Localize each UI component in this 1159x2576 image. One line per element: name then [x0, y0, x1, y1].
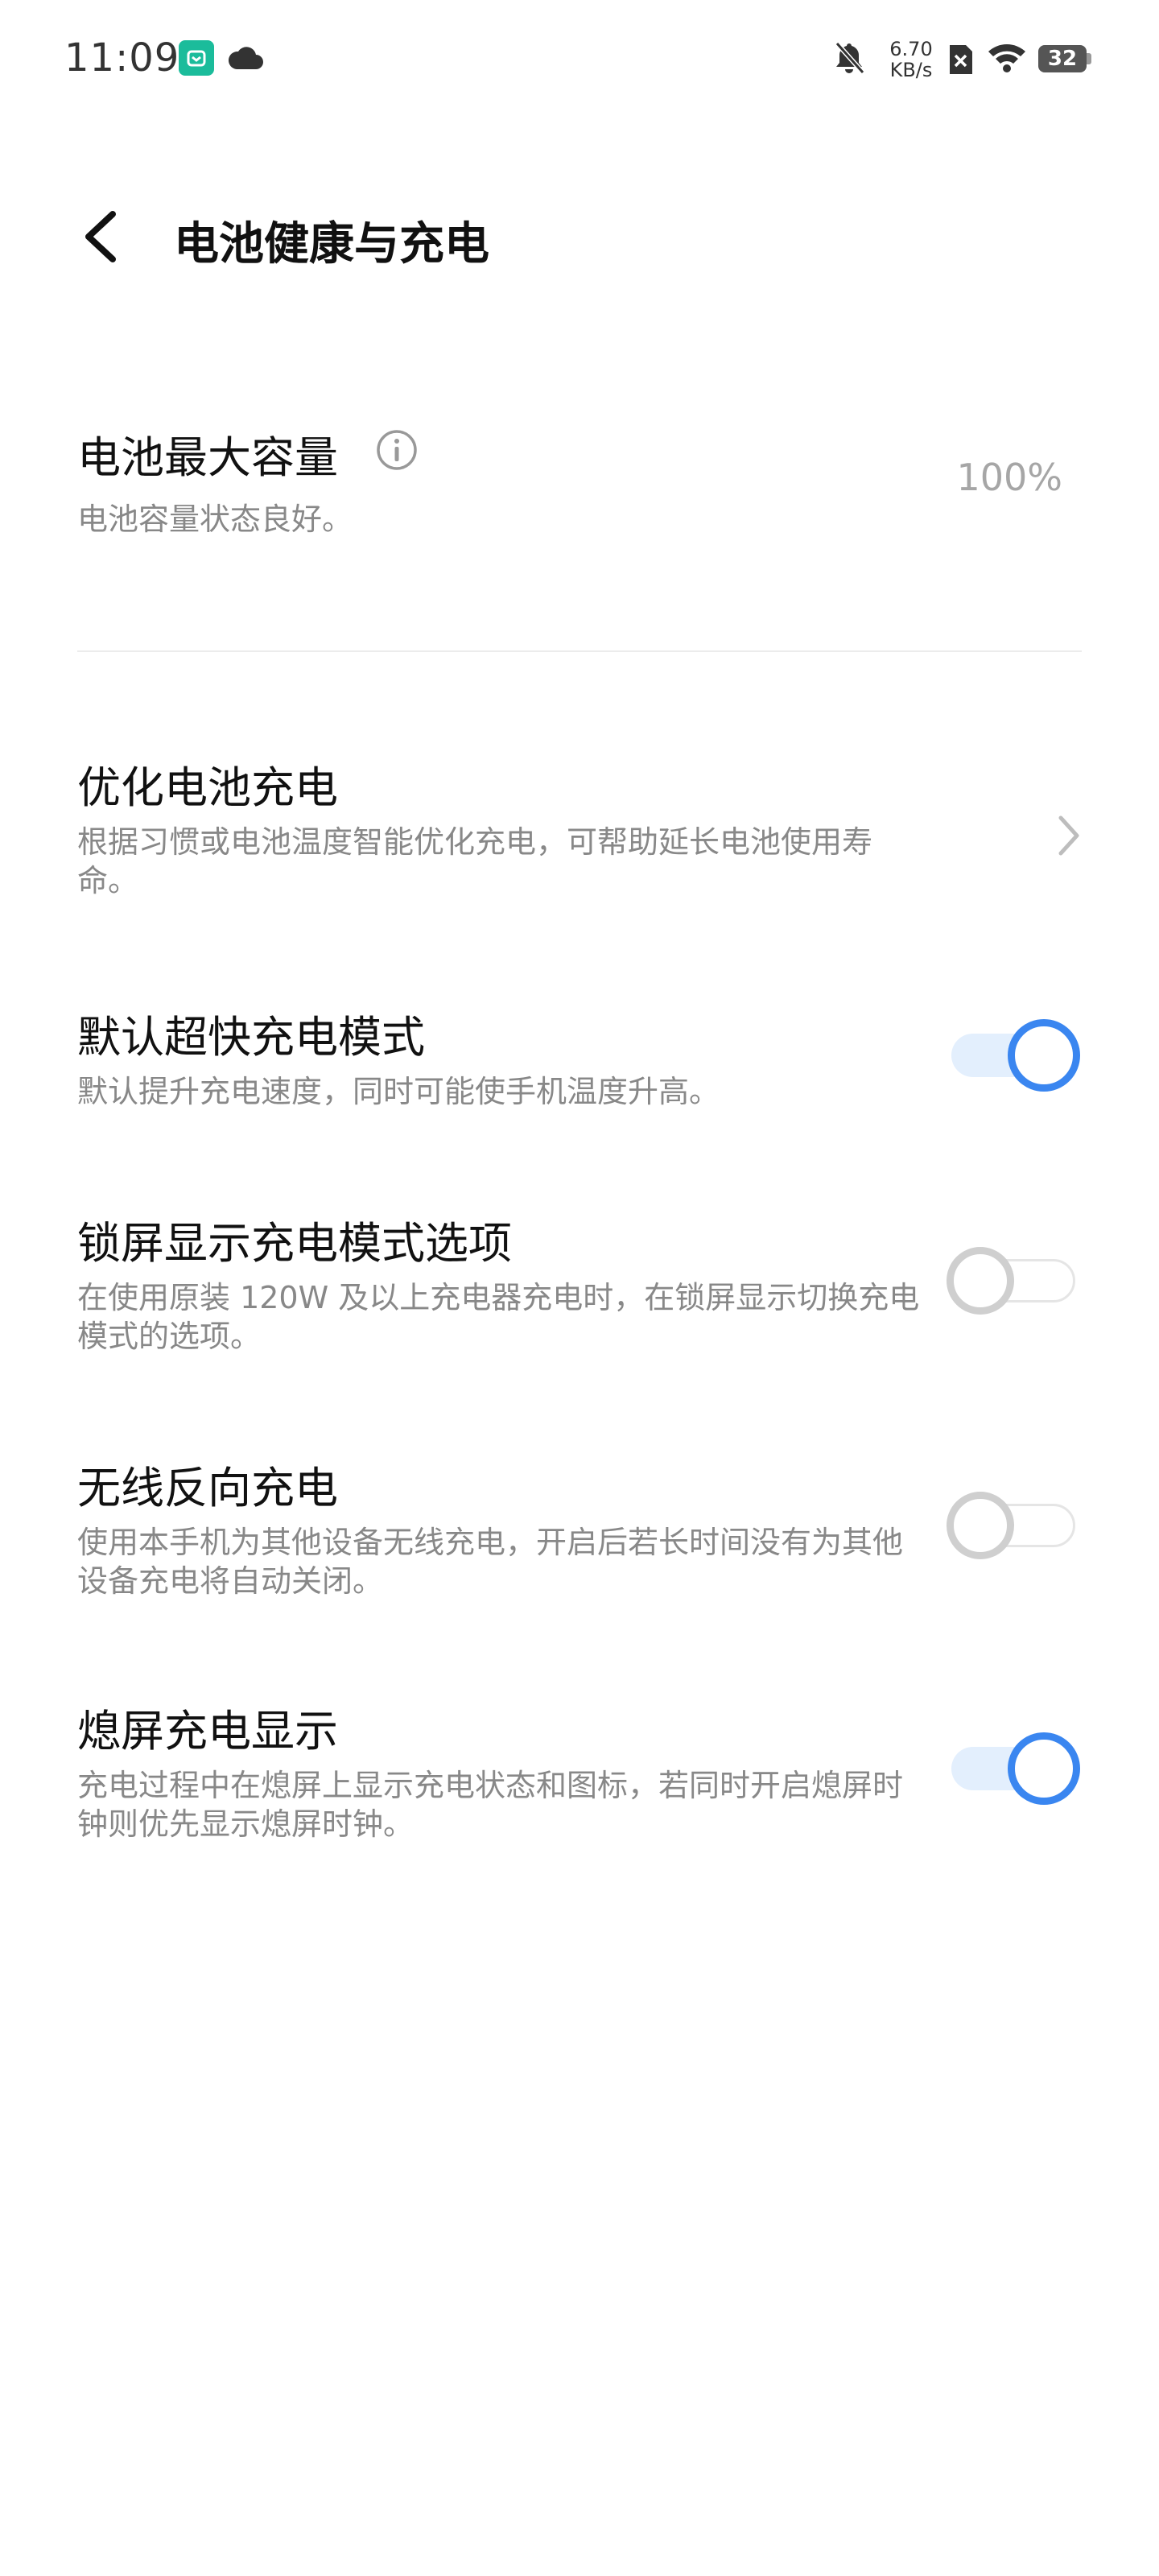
- back-button[interactable]: [76, 204, 124, 269]
- toggle-knob: [1008, 1019, 1080, 1092]
- screen-off-charging-display-toggle[interactable]: [947, 1732, 1080, 1805]
- setting-title: 优化电池充电: [77, 762, 338, 813]
- setting-description: 使用本手机为其他设备无线充电，开启后若长时间没有为其他设备充电将自动关闭。: [77, 1525, 904, 1599]
- lockscreen-charging-options-toggle[interactable]: [947, 1245, 1080, 1317]
- network-speed-unit: KB/s: [889, 59, 933, 81]
- page-title: 电池健康与充电: [174, 218, 489, 270]
- setting-title: 锁屏显示充电模式选项: [77, 1218, 512, 1269]
- battery-capacity-value: 100%: [956, 456, 1062, 499]
- battery-icon: 32: [1038, 45, 1091, 72]
- network-speed-value: 6.70: [889, 38, 933, 60]
- setting-description: 在使用原装 120W 及以上充电器充电时，在锁屏显示切换充电模式的选项。: [77, 1280, 920, 1354]
- setting-title: 无线反向充电: [77, 1463, 338, 1513]
- toggle-knob: [947, 1492, 1014, 1559]
- battery-level: 32: [1047, 47, 1078, 71]
- toggle-knob: [947, 1247, 1014, 1315]
- chevron-right-icon: [1058, 815, 1079, 856]
- setting-title: 默认超快充电模式: [77, 1012, 425, 1063]
- wifi-icon: [988, 44, 1025, 72]
- divider: [77, 650, 1082, 652]
- super-fast-charging-toggle[interactable]: [947, 1019, 1080, 1092]
- setting-lockscreen-charging-options: 锁屏显示充电模式选项 在使用原装 120W 及以上充电器充电时，在锁屏显示切换充…: [0, 1208, 1159, 1368]
- status-time: 11:09: [64, 35, 180, 80]
- cloud-icon: [228, 47, 263, 69]
- info-icon[interactable]: [375, 428, 419, 472]
- setting-super-fast-charging: 默认超快充电模式 默认提升充电速度，同时可能使手机温度升高。: [0, 1001, 1159, 1122]
- setting-screen-off-charging-display: 熄屏充电显示 充电过程中在熄屏上显示充电状态和图标，若同时开启熄屏时钟则优先显示…: [0, 1695, 1159, 1856]
- app-badge-icon: [179, 40, 214, 76]
- setting-description: 默认提升充电速度，同时可能使手机温度升高。: [77, 1074, 720, 1109]
- toggle-knob: [1008, 1732, 1080, 1805]
- sim-x-icon: [950, 45, 972, 74]
- setting-title: 熄屏充电显示: [77, 1706, 338, 1757]
- bell-off-icon: [835, 42, 865, 74]
- screen: 11:09 6.70 KB/s 32 电池健康与充电 电池最大容量 电池容量状态…: [0, 0, 1159, 2576]
- battery-capacity-subtitle: 电池容量状态良好。: [77, 502, 353, 537]
- setting-wireless-reverse-charging: 无线反向充电 使用本手机为其他设备无线充电，开启后若长时间没有为其他设备充电将自…: [0, 1452, 1159, 1613]
- setting-description: 充电过程中在熄屏上显示充电状态和图标，若同时开启熄屏时钟则优先显示熄屏时钟。: [77, 1768, 904, 1842]
- setting-description: 根据习惯或电池温度智能优化充电，可帮助延长电池使用寿命。: [77, 824, 873, 898]
- network-speed: 6.70 KB/s: [879, 39, 943, 80]
- wireless-reverse-charging-toggle[interactable]: [947, 1489, 1080, 1562]
- chevron-left-icon: [85, 211, 116, 262]
- status-bar: 11:09 6.70 KB/s 32: [0, 0, 1159, 121]
- battery-capacity-title: 电池最大容量: [77, 432, 338, 483]
- setting-optimized-charging[interactable]: 优化电池充电 根据习惯或电池温度智能优化充电，可帮助延长电池使用寿命。: [0, 749, 1159, 910]
